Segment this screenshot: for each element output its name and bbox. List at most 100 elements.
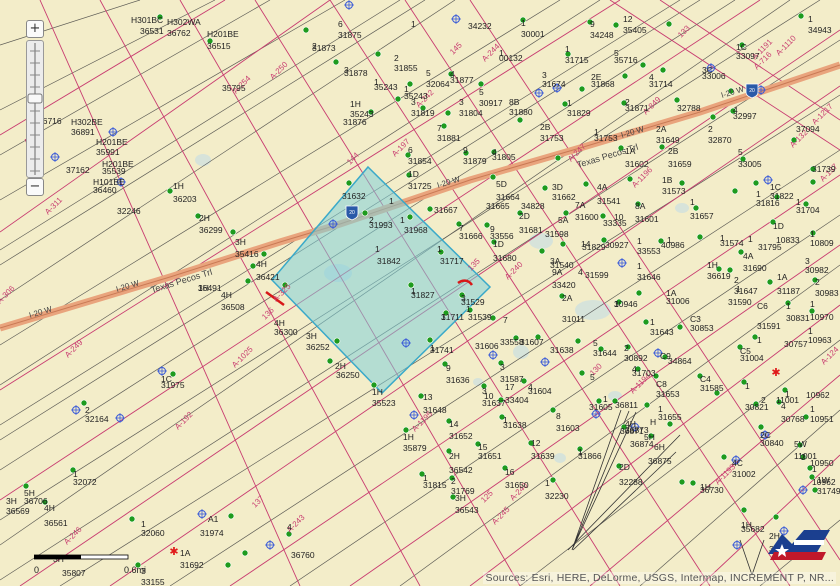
well-label: 3D: [552, 182, 563, 192]
interstate-shield-1[interactable]: 20: [345, 205, 359, 221]
well-label: 10809: [810, 238, 834, 248]
well-icon[interactable]: [678, 478, 686, 486]
well-icon[interactable]: [676, 323, 684, 331]
well-icon[interactable]: [578, 85, 586, 93]
well-icon[interactable]: [659, 66, 667, 74]
well-label: 1H: [372, 387, 383, 397]
well-label: 17: [505, 382, 515, 392]
well-label: 32788: [677, 103, 701, 113]
well-label: 31711: [441, 312, 464, 322]
well-icon[interactable]: [554, 154, 562, 162]
scale-bar: 0 0.6mi: [34, 554, 146, 575]
well-label: 36460: [93, 185, 117, 195]
well-label: 31638: [503, 420, 527, 430]
zoom-out-button[interactable]: −: [26, 178, 44, 196]
well-label: H: [650, 417, 656, 427]
well-label: 4H: [44, 503, 55, 513]
well-label: 9: [590, 19, 595, 29]
well-icon[interactable]: [426, 205, 434, 213]
red-star-icon[interactable]: ✱: [169, 545, 178, 558]
well-label: 11001: [776, 395, 799, 405]
well-label: 1: [690, 197, 695, 207]
well-icon[interactable]: [326, 357, 334, 365]
well-icon[interactable]: [333, 337, 341, 345]
well-icon[interactable]: [224, 561, 232, 569]
well-icon[interactable]: [394, 95, 402, 103]
well-icon[interactable]: [538, 247, 546, 255]
well-icon[interactable]: [643, 401, 651, 409]
well-icon[interactable]: [696, 233, 704, 241]
well-icon[interactable]: [809, 178, 817, 186]
red-star-icon[interactable]: ✱: [771, 366, 780, 379]
zoom-thumb: [27, 93, 43, 104]
well-icon[interactable]: [720, 453, 728, 461]
well-icon[interactable]: [559, 240, 567, 248]
well-icon[interactable]: [374, 50, 382, 58]
well-label: 31002: [732, 469, 756, 479]
well-icon[interactable]: [639, 61, 647, 69]
well-label: 34943: [808, 25, 832, 35]
map-canvas[interactable]: ✱✱ 20 20 Texas Pecos Trl Texas Pecos Trl…: [0, 0, 840, 586]
scale-label: 0.6mi: [124, 565, 146, 575]
well-icon[interactable]: [740, 506, 748, 514]
well-label: 2: [624, 343, 629, 353]
well-icon[interactable]: [642, 318, 650, 326]
well-label: 30840: [760, 438, 784, 448]
well-label: 37094: [796, 124, 820, 134]
well-label: 31006: [666, 296, 690, 306]
well-label: 10951: [810, 414, 834, 424]
well-icon[interactable]: [797, 12, 805, 20]
interstate-shield-2[interactable]: 20: [745, 83, 759, 99]
well-icon[interactable]: [621, 72, 629, 80]
shield-number: 20: [349, 210, 355, 216]
well-icon[interactable]: [731, 187, 739, 195]
well-label: 31574: [720, 238, 744, 248]
well-label: 1: [603, 394, 608, 404]
well-label: 2H: [199, 213, 210, 223]
well-icon[interactable]: [541, 184, 549, 192]
well-icon[interactable]: [244, 277, 252, 285]
well-icon[interactable]: [444, 109, 452, 117]
well-icon[interactable]: [752, 179, 760, 187]
well-label: 1: [748, 234, 753, 244]
well-icon[interactable]: [578, 369, 586, 377]
well-icon[interactable]: [766, 278, 774, 286]
well-icon[interactable]: [574, 337, 582, 345]
well-icon[interactable]: [582, 180, 590, 188]
well-label: 36250: [336, 370, 360, 380]
well-icon[interactable]: [229, 228, 237, 236]
well-icon[interactable]: [128, 515, 136, 523]
well-icon[interactable]: [260, 250, 268, 258]
well-icon[interactable]: [549, 476, 557, 484]
zoom-slider[interactable]: [26, 40, 44, 178]
well-label: 31877: [450, 75, 474, 85]
well-icon[interactable]: [689, 479, 697, 487]
well-icon[interactable]: [241, 549, 249, 557]
well-icon[interactable]: [361, 209, 369, 217]
well-icon[interactable]: [665, 20, 673, 28]
well-icon[interactable]: [612, 21, 620, 29]
well-icon[interactable]: [709, 113, 717, 121]
well-icon[interactable]: [332, 58, 340, 66]
well-icon[interactable]: [440, 122, 448, 130]
well-label: 1: [736, 284, 741, 294]
well-label: 2B: [540, 122, 551, 132]
well-label: 10970: [810, 312, 834, 322]
well-icon[interactable]: [635, 289, 643, 297]
well-label: 33005: [738, 159, 762, 169]
well-label: 34232: [468, 21, 492, 31]
well-icon[interactable]: [302, 26, 310, 34]
well-label: 1H: [403, 432, 414, 442]
well-label: 5: [738, 147, 743, 157]
well-icon[interactable]: [227, 512, 235, 520]
well-icon[interactable]: [772, 513, 780, 521]
well-label: 31725: [408, 181, 432, 191]
zoom-in-button[interactable]: +: [26, 20, 44, 38]
well-icon[interactable]: [406, 213, 414, 221]
well-label: 1: [757, 335, 762, 345]
well-icon[interactable]: [345, 179, 353, 187]
well-label: 31876: [343, 117, 367, 127]
well-label: 2B: [668, 146, 679, 156]
well-icon[interactable]: [516, 116, 524, 124]
well-label: 31692: [180, 560, 204, 570]
